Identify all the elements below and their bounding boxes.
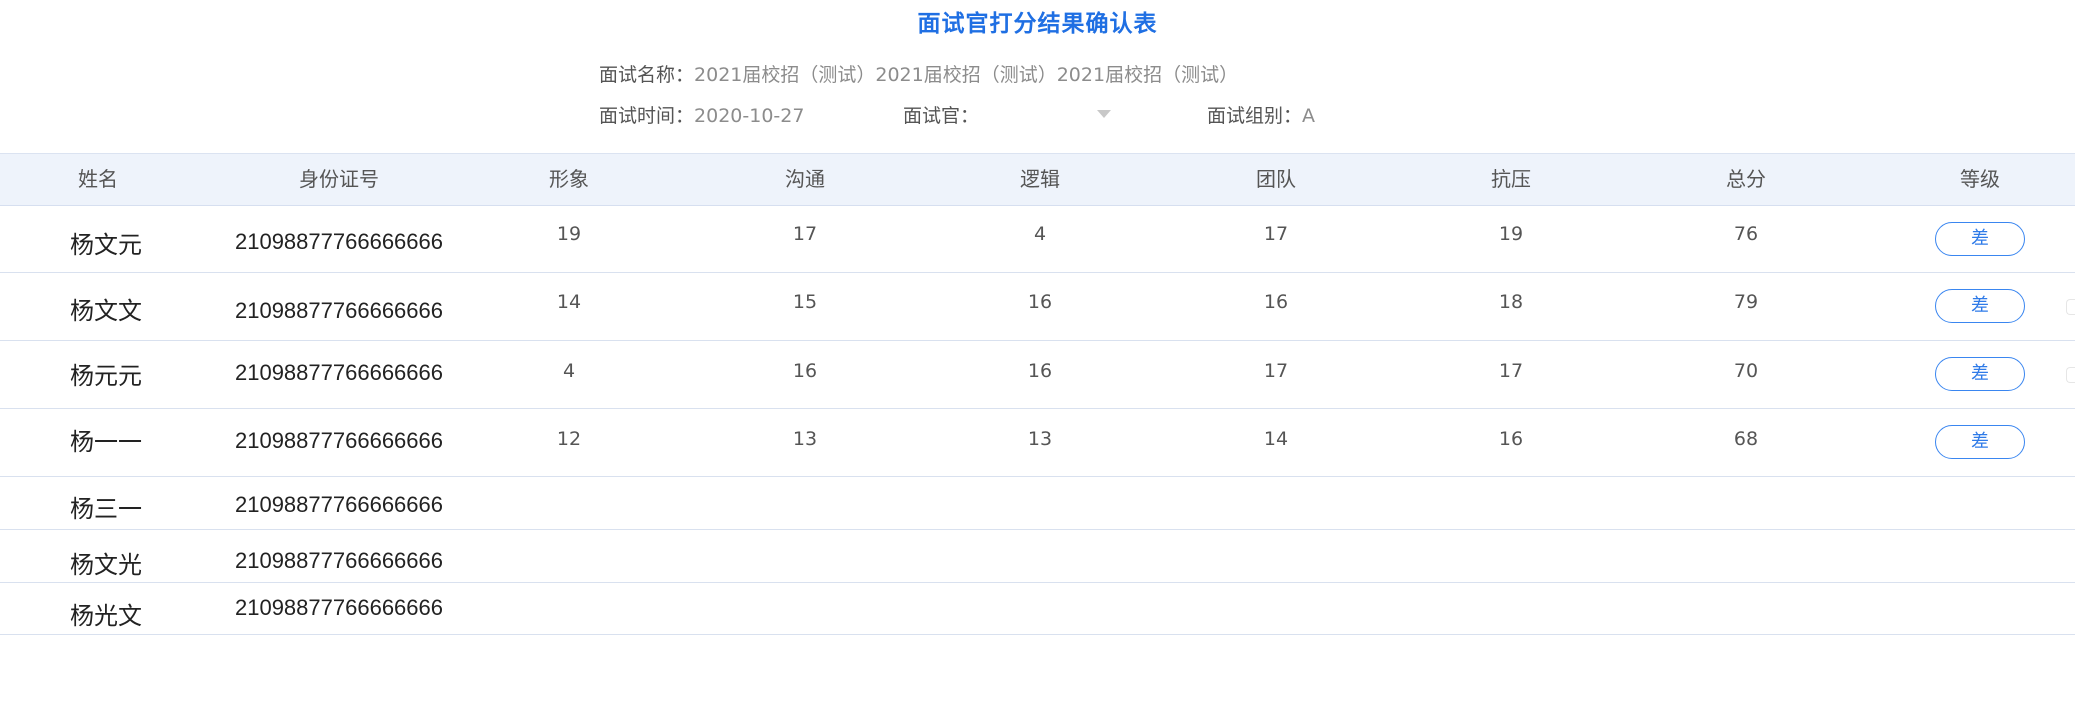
- candidate-name: 杨三一: [70, 496, 142, 523]
- interview-time-label: 面试时间：: [599, 105, 695, 127]
- score-image: 14: [556, 291, 582, 313]
- grade-button[interactable]: 差: [1935, 289, 2025, 323]
- score-image: 19: [556, 223, 582, 245]
- candidate-name: 杨文文: [70, 298, 142, 325]
- column-header-communication: 沟通: [785, 167, 825, 191]
- score-logic: 16: [1027, 291, 1053, 313]
- score-total: 79: [1733, 291, 1759, 313]
- score-stress: 18: [1498, 291, 1524, 313]
- score-image: 12: [556, 428, 582, 450]
- score-stress: 16: [1498, 428, 1524, 450]
- table-row: 杨文光 21098877766666666: [0, 530, 2075, 583]
- candidate-id: 21098877766666666: [234, 298, 444, 323]
- score-logic: 16: [1027, 360, 1053, 382]
- interview-name-value: 2021届校招（测试）2021届校招（测试）2021届校招（测试）: [694, 64, 1239, 86]
- column-header-logic: 逻辑: [1020, 167, 1060, 191]
- candidate-name: 杨一一: [70, 429, 142, 456]
- candidate-name: 杨文元: [70, 232, 142, 259]
- score-teamwork: 14: [1263, 428, 1289, 450]
- score-total: 68: [1733, 428, 1759, 450]
- interview-name-field: 面试名称：2021届校招（测试）2021届校招（测试）2021届校招（测试）: [599, 60, 1238, 87]
- score-image: 4: [562, 360, 576, 382]
- grade-button[interactable]: 差: [1935, 222, 2025, 256]
- candidate-id: 21098877766666666: [234, 428, 444, 453]
- column-header-id: 身份证号: [299, 167, 379, 191]
- candidate-name: 杨元元: [70, 363, 142, 390]
- table-row: 杨光文 21098877766666666: [0, 583, 2075, 635]
- table-row: 杨文元 21098877766666666 19 17 4 17 19 76 差: [0, 206, 2075, 273]
- interview-group-field: 面试组别：A: [1207, 101, 1315, 128]
- scroll-handle: [2066, 367, 2075, 383]
- page-title: 面试官打分结果确认表: [917, 11, 1158, 37]
- interview-group-value: A: [1302, 105, 1316, 127]
- score-teamwork: 16: [1263, 291, 1289, 313]
- score-logic: 13: [1027, 428, 1053, 450]
- candidate-id: 21098877766666666: [234, 360, 444, 385]
- table-row: 杨三一 21098877766666666: [0, 477, 2075, 530]
- score-total: 76: [1733, 223, 1759, 245]
- score-stress: 19: [1498, 223, 1524, 245]
- candidate-name: 杨光文: [70, 603, 142, 630]
- interview-group-label: 面试组别：: [1207, 105, 1303, 127]
- candidate-name: 杨文光: [70, 552, 142, 579]
- table-row: 杨元元 21098877766666666 4 16 16 17 17 70 差: [0, 341, 2075, 409]
- interview-name-label: 面试名称：: [599, 64, 695, 86]
- candidate-id: 21098877766666666: [234, 492, 444, 517]
- interviewer-label: 面试官：: [903, 105, 980, 127]
- candidate-id: 21098877766666666: [234, 548, 444, 573]
- table-row: 杨文文 21098877766666666 14 15 16 16 18 79 …: [0, 273, 2075, 341]
- column-header-image: 形象: [549, 167, 589, 191]
- column-header-stress: 抗压: [1491, 167, 1531, 191]
- table-row: 杨一一 21098877766666666 12 13 13 14 16 68 …: [0, 409, 2075, 477]
- score-logic: 4: [1033, 223, 1047, 245]
- score-table: 姓名 身份证号 形象 沟通 逻辑 团队 抗压 总分 等级 杨文元 2109887…: [0, 154, 2075, 635]
- score-communication: 13: [792, 428, 818, 450]
- caret-down-icon[interactable]: [1097, 110, 1111, 118]
- score-teamwork: 17: [1263, 223, 1289, 245]
- candidate-id: 21098877766666666: [234, 229, 444, 254]
- score-communication: 17: [792, 223, 818, 245]
- column-header-teamwork: 团队: [1256, 167, 1296, 191]
- interview-time-value: 2020-10-27: [694, 105, 805, 127]
- grade-button[interactable]: 差: [1935, 425, 2025, 459]
- column-header-name: 姓名: [78, 167, 118, 191]
- score-total: 70: [1733, 360, 1759, 382]
- score-communication: 15: [792, 291, 818, 313]
- score-teamwork: 17: [1263, 360, 1289, 382]
- table-header: 姓名 身份证号 形象 沟通 逻辑 团队 抗压 总分 等级: [0, 154, 2075, 206]
- candidate-id: 21098877766666666: [234, 595, 444, 620]
- interview-time-field: 面试时间：2020-10-27: [599, 101, 804, 128]
- score-stress: 17: [1498, 360, 1524, 382]
- scroll-handle: [2066, 299, 2075, 315]
- score-communication: 16: [792, 360, 818, 382]
- column-header-grade: 等级: [1960, 167, 2000, 191]
- column-header-total: 总分: [1726, 167, 1766, 191]
- grade-button[interactable]: 差: [1935, 357, 2025, 391]
- interviewer-select[interactable]: 面试官：: [903, 101, 979, 128]
